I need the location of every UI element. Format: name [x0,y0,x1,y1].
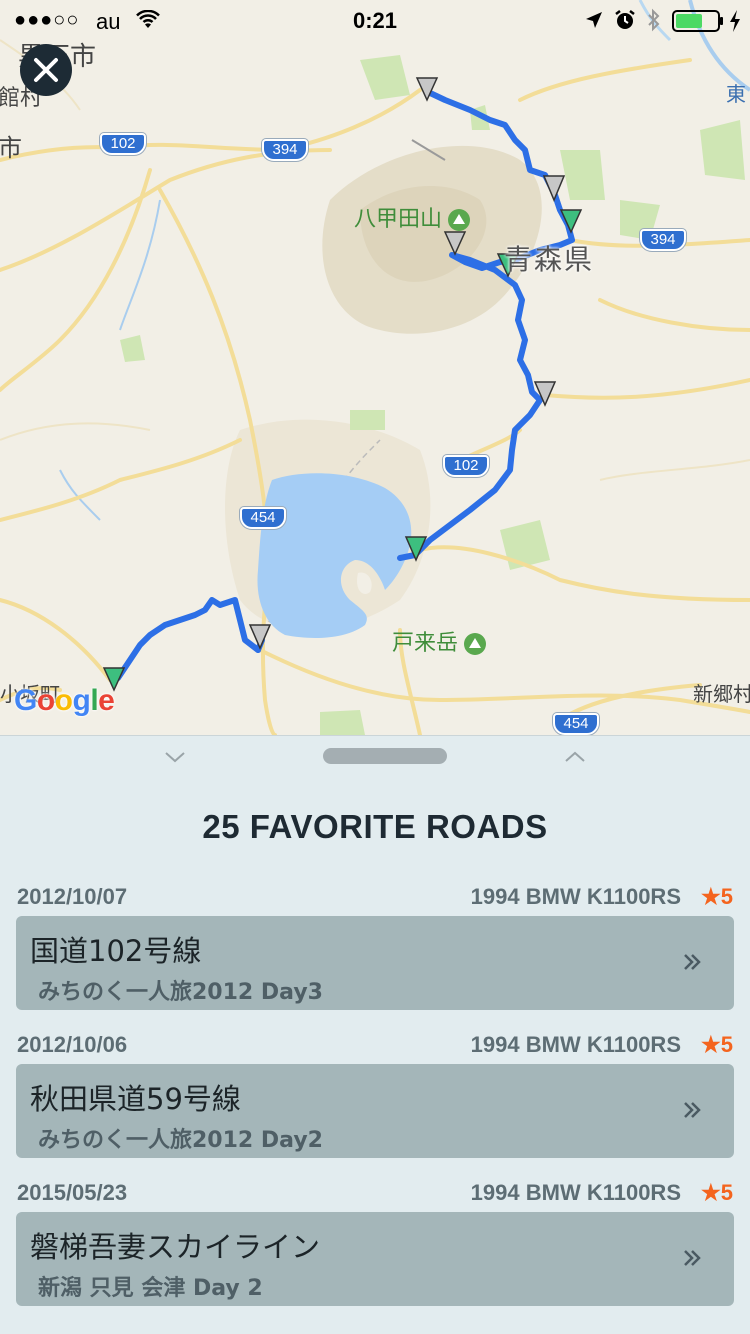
road-card-button[interactable]: 秋田県道59号線 みちのく一人旅2012 Day2 [16,1064,734,1158]
mountain-icon [464,633,487,655]
road-name: 磐梯吾妻スカイライン [30,1230,321,1264]
status-bar: ●●●○○ au 0:21 [0,0,750,40]
close-button[interactable] [20,44,72,96]
road-name: 秋田県道59号線 [30,1082,241,1116]
route-shield-454: 454 [240,507,286,529]
charging-bolt-icon [730,10,740,32]
road-list-item: 2012/10/07 1994 BMW K1100RS ★5 国道102号線 み… [0,882,750,1030]
road-card-button[interactable]: 国道102号線 みちのく一人旅2012 Day3 [16,916,734,1010]
favorite-marker [404,536,428,562]
google-logo-letter: o [54,684,73,717]
road-list-item: 2012/10/06 1994 BMW K1100RS ★5 秋田県道59号線 … [0,1030,750,1178]
road-date: 2015/05/23 [17,1180,128,1205]
waypoint-marker [542,175,566,202]
road-bike: 1994 BMW K1100RS [470,1180,681,1205]
bluetooth-icon [648,8,660,32]
double-chevron-right-icon [684,1102,701,1118]
map-label-prefecture: 青森県 [504,243,595,276]
road-list-item: 2015/05/23 1994 BMW K1100RS ★5 磐梯吾妻スカイライ… [0,1178,750,1326]
map-view[interactable]: 黒石市 館村 市 東 102 394 394 102 454 454 八甲田山 … [0,0,750,735]
map-label-peak-herai: 戸来岳 [392,625,487,657]
route-shield-394: 394 [262,139,308,161]
road-date: 2012/10/06 [17,1032,128,1057]
road-bike: 1994 BMW K1100RS [470,1032,681,1057]
favorite-roads-panel: 25 FAVORITE ROADS 2012/10/07 1994 BMW K1… [0,735,750,1334]
location-arrow-icon [586,12,602,28]
route-shield-102-lake: 102 [443,455,489,477]
mountain-icon [448,209,471,231]
google-logo-letter: o [36,684,55,717]
google-logo-letter: l [90,684,99,717]
road-name: 国道102号線 [30,934,202,968]
map-label-town-shingo: 新郷村 [693,682,750,706]
road-trip: みちのく一人旅2012 Day3 [38,980,323,1005]
drag-handle[interactable] [323,748,447,764]
road-trip: 新潟 只見 会津 Day 2 [38,1276,263,1301]
google-logo: Google [14,684,115,718]
route-shield-102: 102 [100,133,146,155]
route-markers [102,77,583,692]
route-shield-394-east: 394 [640,229,686,251]
google-logo-letter: G [14,684,37,717]
double-chevron-right-icon [684,954,701,970]
map-label-peak-hakkoda: 八甲田山 [354,201,471,233]
peak-hakkoda-name: 八甲田山 [354,207,443,232]
waypoint-marker [443,231,467,256]
road-bike: 1994 BMW K1100RS [470,884,681,909]
waypoint-marker [415,77,439,102]
road-date: 2012/10/07 [17,884,128,909]
alarm-clock-icon [615,10,635,29]
map-label-corner: 東 [726,82,746,106]
road-rating: ★5 [701,1180,733,1205]
waypoint-marker [248,624,272,650]
panel-title: 25 FAVORITE ROADS [202,808,548,845]
double-chevron-right-icon [684,1250,701,1266]
favorite-marker [559,209,583,234]
waypoint-marker [533,381,557,407]
google-logo-letter: e [98,684,115,717]
chevron-down-icon[interactable] [164,750,186,764]
road-trip: みちのく一人旅2012 Day2 [38,1128,323,1153]
battery-icon [672,10,723,32]
status-time: 0:21 [352,8,398,33]
map-label-city-partial: 市 [0,134,22,162]
peak-herai-name: 戸来岳 [392,631,459,656]
road-rating: ★5 [701,1032,733,1057]
google-logo-letter: g [72,684,91,717]
close-icon [34,58,58,82]
chevron-up-icon[interactable] [564,750,586,764]
road-card-button[interactable]: 磐梯吾妻スカイライン 新潟 只見 会津 Day 2 [16,1212,734,1306]
road-list: 2012/10/07 1994 BMW K1100RS ★5 国道102号線 み… [0,882,750,1326]
road-rating: ★5 [701,884,733,909]
route-shield-454-south: 454 [553,713,599,735]
